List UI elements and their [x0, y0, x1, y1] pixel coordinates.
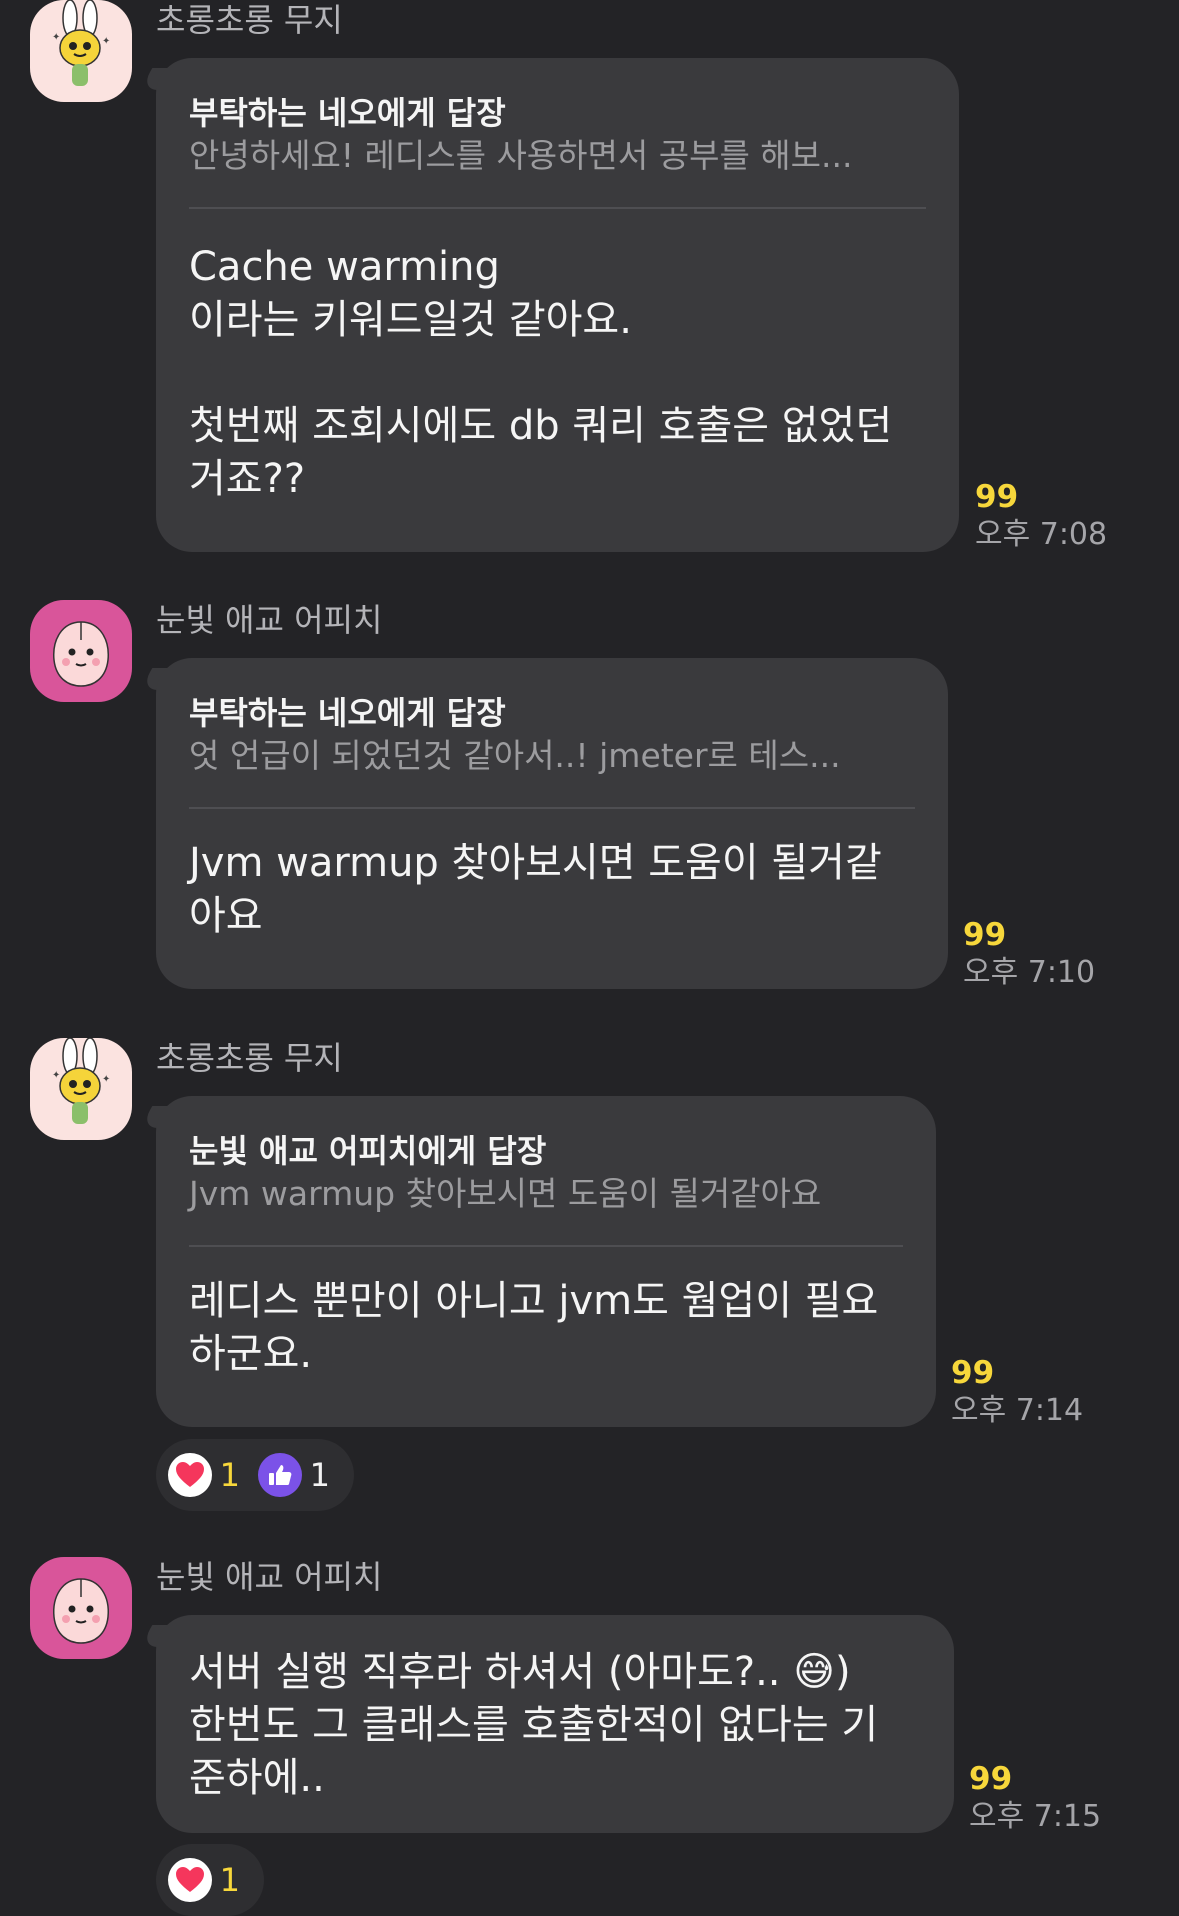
- heart-count: 1: [219, 1456, 240, 1494]
- message-meta: 99 오후 7:10: [963, 916, 1095, 992]
- heart-icon[interactable]: [168, 1858, 212, 1902]
- message-text: Cache warming 이라는 키워드일것 같아요. 첫번째 조회시에도 d…: [189, 244, 893, 502]
- unread-count: 99: [951, 1355, 995, 1391]
- reply-divider: [189, 207, 926, 209]
- apeach-avatar[interactable]: [30, 600, 132, 702]
- reply-preview: Jvm warmup 찾아보시면 도움이 될거같아요: [189, 1174, 822, 1213]
- timestamp: 오후 7:08: [975, 517, 1108, 552]
- svg-text:✦: ✦: [52, 1070, 60, 1081]
- timestamp: 오후 7:15: [969, 1799, 1102, 1834]
- sender-name: 초롱초롱 무지: [156, 1, 343, 39]
- reply-title: 부탁하는 네오에게 답장: [189, 694, 506, 732]
- timestamp: 오후 7:10: [963, 955, 1096, 990]
- message-meta: 99 오후 7:08: [975, 478, 1107, 554]
- reaction-bar[interactable]: 1 1: [156, 1439, 354, 1511]
- reaction-bar[interactable]: 1: [156, 1844, 264, 1916]
- message-bubble[interactable]: 눈빛 애교 어피치에게 답장 Jvm warmup 찾아보시면 도움이 될거같아…: [156, 1096, 936, 1427]
- reply-quote[interactable]: 부탁하는 네오에게 답장 엇 언급이 되었던것 같아서..! jmeter로 테…: [189, 692, 915, 778]
- reply-title: 부탁하는 네오에게 답장: [189, 94, 506, 132]
- reply-quote[interactable]: 눈빛 애교 어피치에게 답장 Jvm warmup 찾아보시면 도움이 될거같아…: [189, 1130, 903, 1216]
- message-bubble[interactable]: 부탁하는 네오에게 답장 안녕하세요! 레디스를 사용하면서 공부를 해보...…: [156, 58, 959, 552]
- message-bubble[interactable]: 부탁하는 네오에게 답장 엇 언급이 되었던것 같아서..! jmeter로 테…: [156, 658, 948, 989]
- thumbs-up-count: 1: [309, 1456, 330, 1494]
- message-text: 레디스 뿐만이 아니고 jvm도 웜업이 필요 하군요.: [189, 1278, 879, 1377]
- reply-divider: [189, 1245, 903, 1247]
- sender-name: 눈빛 애교 어피치: [156, 601, 383, 639]
- svg-text:✦: ✦: [102, 36, 110, 47]
- unread-count: 99: [963, 917, 1007, 953]
- heart-icon[interactable]: [168, 1453, 212, 1497]
- reply-preview: 엇 언급이 되었던것 같아서..! jmeter로 테스...: [189, 736, 841, 775]
- svg-text:✦: ✦: [52, 32, 60, 43]
- unread-count: 99: [975, 479, 1019, 515]
- muzi-avatar[interactable]: ✦ ✦: [30, 0, 132, 102]
- apeach-avatar[interactable]: [30, 1557, 132, 1659]
- reply-preview: 안녕하세요! 레디스를 사용하면서 공부를 해보...: [189, 136, 853, 175]
- muzi-avatar[interactable]: ✦ ✦: [30, 1038, 132, 1140]
- sender-name: 눈빛 애교 어피치: [156, 1558, 383, 1596]
- sender-name: 초롱초롱 무지: [156, 1039, 343, 1077]
- svg-text:✦: ✦: [102, 1074, 110, 1085]
- message-meta: 99 오후 7:14: [951, 1354, 1083, 1430]
- heart-count: 1: [219, 1861, 240, 1899]
- message-text: 서버 실행 직후라 하셔서 (아마도?.. 😅) 한번도 그 클래스를 호출한적…: [189, 1649, 879, 1801]
- timestamp: 오후 7:14: [951, 1393, 1084, 1428]
- message-text: Jvm warmup 찾아보시면 도움이 될거같 아요: [189, 840, 882, 939]
- message-meta: 99 오후 7:15: [969, 1760, 1101, 1836]
- reply-divider: [189, 807, 915, 809]
- reply-title: 눈빛 애교 어피치에게 답장: [189, 1132, 547, 1170]
- reply-quote[interactable]: 부탁하는 네오에게 답장 안녕하세요! 레디스를 사용하면서 공부를 해보...: [189, 92, 926, 178]
- unread-count: 99: [969, 1761, 1013, 1797]
- thumbs-up-icon[interactable]: [258, 1453, 302, 1497]
- message-bubble[interactable]: 서버 실행 직후라 하셔서 (아마도?.. 😅) 한번도 그 클래스를 호출한적…: [156, 1615, 954, 1833]
